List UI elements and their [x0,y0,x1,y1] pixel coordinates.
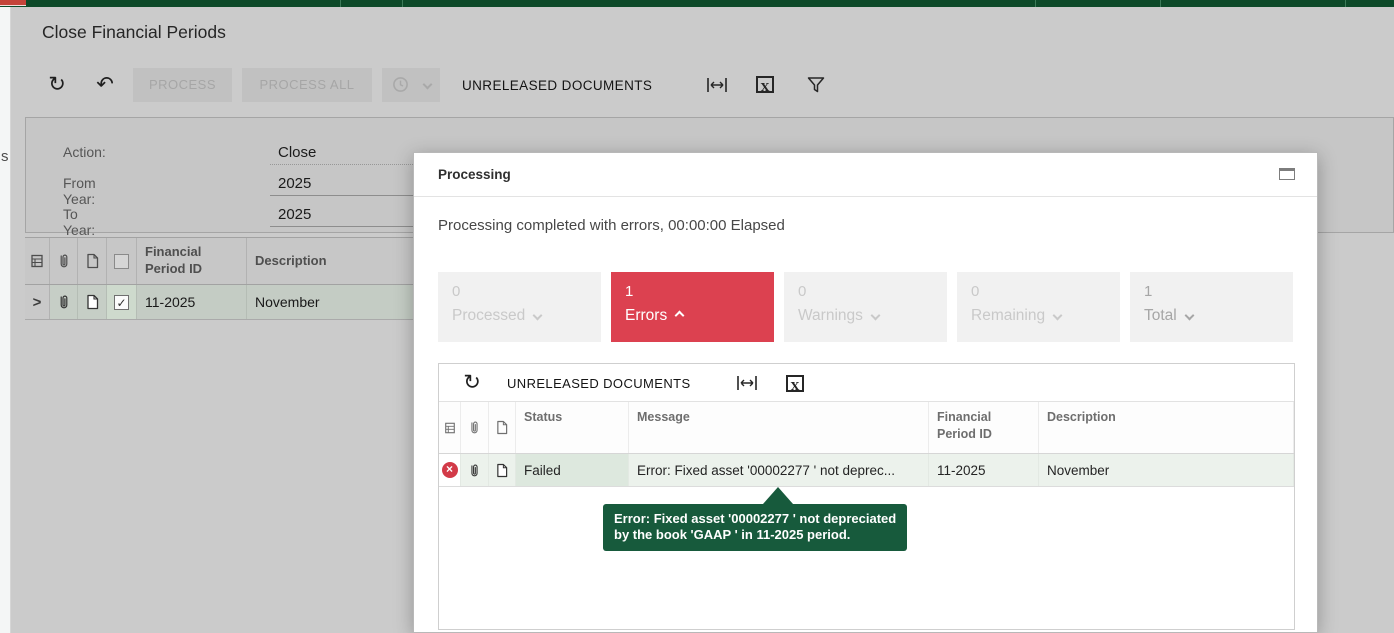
chevron-down-icon [422,79,433,90]
filter-icon[interactable] [806,76,826,94]
tab-divider [402,0,403,7]
processing-dialog: Processing Processing completed with err… [413,152,1318,633]
action-label: Action: [63,144,106,160]
tooltip-line-2: by the book 'GAAP ' in 11-2025 period. [614,527,851,542]
tab-divider [340,0,341,7]
from-year-label: From Year: [63,175,96,207]
processing-status-message: Processing completed with errors, 00:00:… [438,217,785,234]
export-excel-icon[interactable]: X [786,375,804,393]
fit-width-icon[interactable] [736,374,758,392]
refresh-icon[interactable]: ↻ [44,72,70,98]
schedule-button[interactable] [382,68,440,102]
clock-icon [393,77,408,92]
chevron-down-icon [870,310,881,321]
attachment-icon[interactable] [50,285,78,319]
chevron-up-icon [674,310,685,321]
column-header-financial-period-id[interactable]: Financial Period ID [929,402,1039,453]
chevron-down-icon [1184,310,1195,321]
row-selector-icon: > [32,293,42,311]
select-all-checkbox[interactable] [107,238,137,284]
chevron-down-icon [532,310,543,321]
file-icon[interactable] [489,454,516,486]
chevron-down-icon [1052,310,1063,321]
cell-description[interactable]: November [1039,454,1294,486]
to-year-label: To Year: [63,206,96,238]
file-icon[interactable] [78,285,107,319]
tile-errors[interactable]: 1 Errors [611,272,774,342]
column-header-status[interactable]: Status [516,402,629,453]
tile-processed[interactable]: 0 Processed [438,272,601,342]
browser-logo-fragment [0,0,26,6]
tooltip-line-1: Error: Fixed asset '00002277 ' not depre… [614,511,897,526]
tab-divider [1160,0,1161,7]
results-grid-toolbar: ↻ UNRELEASED DOCUMENTS X [439,364,1294,402]
notes-column-icon [439,402,461,453]
file-column-icon [489,402,516,453]
dialog-title: Processing [438,167,511,182]
process-button[interactable]: PROCESS [133,68,232,102]
unreleased-documents-button[interactable]: UNRELEASED DOCUMENTS [507,376,691,391]
export-excel-icon[interactable]: X [756,76,774,94]
error-status-icon: × [441,462,458,478]
column-header-description[interactable]: Description [1039,402,1294,453]
status-tiles: 0 Processed 1 Errors 0 Warnings 0 Remain… [438,272,1293,342]
sidebar-text-fragment: s [1,148,9,165]
cell-message[interactable]: Error: Fixed asset '00002277 ' not depre… [629,454,929,486]
notes-column-icon [25,238,50,284]
maximize-icon[interactable] [1279,168,1295,180]
cell-status[interactable]: Failed [516,454,629,486]
tile-total[interactable]: 1 Total [1130,272,1293,342]
tile-remaining[interactable]: 0 Remaining [957,272,1120,342]
undo-icon[interactable]: ↶ [92,72,118,98]
column-header-message[interactable]: Message [629,402,929,453]
results-grid: ↻ UNRELEASED DOCUMENTS X Status Message … [438,363,1295,630]
error-tooltip: Error: Fixed asset '00002277 ' not depre… [603,487,908,551]
unreleased-documents-button[interactable]: UNRELEASED DOCUMENTS [462,78,652,93]
page-title: Close Financial Periods [42,22,226,42]
cell-financial-period-id[interactable]: 11-2025 [929,454,1039,486]
refresh-icon[interactable]: ↻ [459,370,485,396]
row-checkbox[interactable]: ✓ [107,285,137,319]
tab-divider [1035,0,1036,7]
process-all-button[interactable]: PROCESS ALL [242,68,372,102]
divider [414,196,1317,197]
fit-width-icon[interactable] [706,76,728,94]
attachment-column-icon [461,402,489,453]
cell-financial-period-id[interactable]: 11-2025 [137,285,247,319]
collapsed-sidebar[interactable]: s [0,7,11,633]
file-column-icon [78,238,107,284]
column-header-financial-period-id[interactable]: Financial Period ID [137,238,247,284]
tab-divider [1345,0,1346,7]
attachment-icon[interactable] [461,454,489,486]
attachment-column-icon [50,238,78,284]
tooltip-arrow [763,487,793,504]
browser-top-strip [0,0,1394,7]
results-table-header: Status Message Financial Period ID Descr… [439,402,1294,454]
table-row[interactable]: × Failed Error: Fixed asset '00002277 ' … [439,454,1294,487]
tile-warnings[interactable]: 0 Warnings [784,272,947,342]
